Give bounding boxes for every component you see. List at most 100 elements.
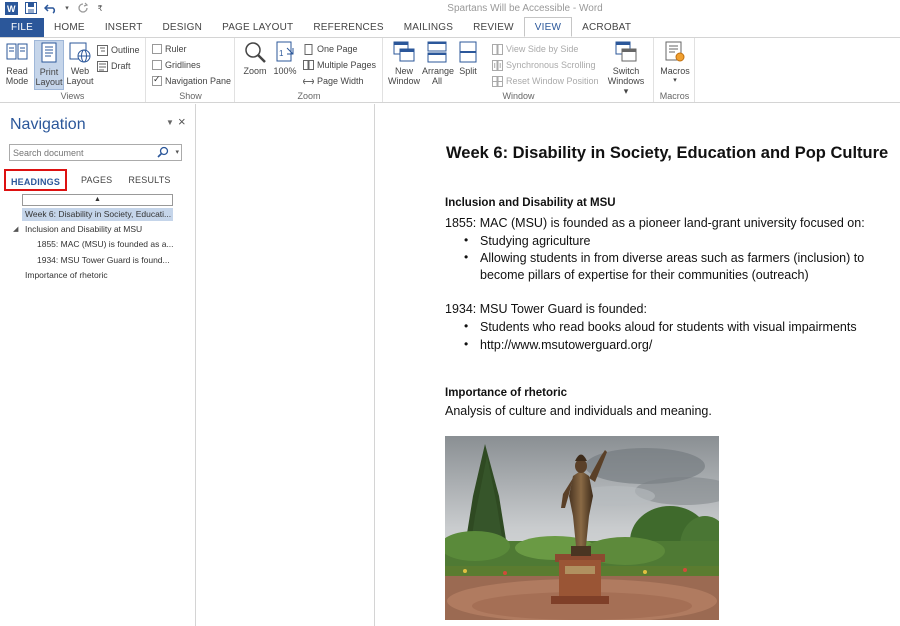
bullet: • <box>464 337 469 351</box>
navigation-options-icon[interactable]: ▼ <box>166 118 174 127</box>
tab-review[interactable]: REVIEW <box>463 18 524 37</box>
split-icon <box>456 40 480 64</box>
statue-photo[interactable] <box>445 436 719 620</box>
paragraph-1934: 1934: MSU Tower Guard is founded: <box>445 302 647 316</box>
navigation-pane-checkbox[interactable]: Navigation Pane <box>152 74 231 88</box>
ruler-label: Ruler <box>165 44 187 54</box>
new-window-button[interactable]: New Window <box>388 40 420 86</box>
show-group: Ruler Gridlines Navigation Pane Show <box>147 38 235 102</box>
print-layout-button[interactable]: Print Layout <box>34 40 64 90</box>
navigation-pane-checkbox-box[interactable] <box>152 74 162 86</box>
page-width-button[interactable]: Page Width <box>302 74 364 88</box>
ruler-checkbox[interactable]: Ruler <box>152 42 187 56</box>
multiple-pages-button[interactable]: Multiple Pages <box>303 58 376 72</box>
ruler-checkbox-box[interactable] <box>152 44 162 54</box>
macros-dropdown-icon[interactable]: ▾ <box>659 76 691 86</box>
tab-view[interactable]: VIEW <box>523 17 573 37</box>
tab-home[interactable]: HOME <box>44 18 95 37</box>
window-title: Spartans Will be Accessible - Word <box>447 3 603 14</box>
tab-mailings[interactable]: MAILINGS <box>394 18 463 37</box>
tab-headings[interactable]: HEADINGS <box>4 169 67 191</box>
heading-item[interactable]: Week 6: Disability in Society, Educati..… <box>22 208 173 221</box>
synchronous-scrolling-icon <box>492 59 503 71</box>
zoom-group: Zoom 1 100% One Page Multiple Pages Page… <box>236 38 383 102</box>
tab-pages[interactable]: PAGES <box>73 169 120 191</box>
split-label: Split <box>459 66 477 76</box>
tab-references[interactable]: REFERENCES <box>303 18 393 37</box>
views-group: Read Mode Print Layout Web Layout Outlin… <box>0 38 146 102</box>
read-mode-icon <box>5 40 29 64</box>
macros-group-label: Macros <box>659 91 690 101</box>
search-input[interactable] <box>10 145 150 160</box>
title-bar: W ▾ ₹ Spartans Will be Accessible - Word <box>0 0 900 18</box>
bullet: • <box>464 250 469 264</box>
view-side-by-side-label: View Side by Side <box>506 44 579 54</box>
tab-design[interactable]: DESIGN <box>153 18 213 37</box>
page-width-label: Page Width <box>317 76 364 86</box>
new-window-label-1: New <box>394 66 413 76</box>
new-window-label-2: Window <box>388 76 421 86</box>
navigation-pane: Navigation ▼ × ▾ HEADINGS PAGES RESULTS … <box>0 104 196 626</box>
macros-icon <box>663 40 687 64</box>
document-title: Week 6: Disability in Society, Education… <box>446 144 889 162</box>
tab-file[interactable]: FILE <box>0 18 44 37</box>
navigation-pane-label: Navigation Pane <box>165 76 232 86</box>
outline-button[interactable]: Outline <box>97 43 140 57</box>
navigation-tabs: HEADINGS PAGES RESULTS <box>4 169 179 191</box>
gridlines-checkbox-box[interactable] <box>152 60 162 70</box>
new-window-icon <box>392 40 416 64</box>
close-icon[interactable]: × <box>178 114 186 129</box>
search-icon[interactable] <box>157 146 169 158</box>
switch-windows-button[interactable]: Switch Windows ▾ <box>606 40 646 96</box>
search-box: ▾ <box>9 144 182 161</box>
tab-results[interactable]: RESULTS <box>120 169 178 191</box>
document-margin <box>197 104 375 626</box>
section-heading: Inclusion and Disability at MSU <box>445 197 616 209</box>
view-side-by-side-button[interactable]: View Side by Side <box>492 42 578 56</box>
macros-label: Macros <box>660 66 690 76</box>
draft-label: Draft <box>111 61 131 71</box>
tab-insert[interactable]: INSERT <box>95 18 153 37</box>
synchronous-scrolling-button[interactable]: Synchronous Scrolling <box>492 58 596 72</box>
heading-item[interactable]: 1934: MSU Tower Guard is found... <box>37 254 170 267</box>
zoom-button[interactable]: Zoom <box>240 40 270 76</box>
zoom-100-icon: 1 <box>273 40 297 64</box>
collapse-triangle-icon[interactable]: ◢ <box>13 225 18 233</box>
gridlines-checkbox[interactable]: Gridlines <box>152 58 201 72</box>
reset-window-position-button[interactable]: Reset Window Position <box>492 74 599 88</box>
print-layout-icon <box>37 41 61 65</box>
web-layout-label-1: Web <box>70 66 90 76</box>
macros-button[interactable]: Macros ▾ <box>659 40 691 86</box>
arrange-all-button[interactable]: Arrange All <box>422 40 454 86</box>
one-page-button[interactable]: One Page <box>303 42 358 56</box>
reset-window-position-icon <box>492 75 503 87</box>
list-item: Allowing students in from diverse areas … <box>480 251 865 265</box>
search-dropdown-icon[interactable]: ▾ <box>175 148 179 156</box>
section-heading: Importance of rhetoric <box>445 387 568 399</box>
synchronous-scrolling-label: Synchronous Scrolling <box>506 60 596 70</box>
ribbon: Read Mode Print Layout Web Layout Outlin… <box>0 37 900 103</box>
heading-item[interactable]: 1855: MAC (MSU) is founded as a... <box>37 238 174 251</box>
print-layout-label-2: Layout <box>35 77 63 87</box>
document-page[interactable]: Week 6: Disability in Society, Education… <box>376 104 900 626</box>
tower-guard-link[interactable]: http://www.msutowerguard.org/ <box>480 338 652 352</box>
scroll-to-top-button[interactable]: ▲ <box>22 194 173 206</box>
draft-button[interactable]: Draft <box>97 59 131 73</box>
heading-item[interactable]: Inclusion and Disability at MSU <box>25 223 142 236</box>
zoom-100-button[interactable]: 1 100% <box>272 40 298 76</box>
split-button[interactable]: Split <box>455 40 481 76</box>
tab-page-layout[interactable]: PAGE LAYOUT <box>212 18 303 37</box>
one-page-label: One Page <box>317 44 358 54</box>
svg-text:1: 1 <box>279 49 284 58</box>
page-width-icon <box>302 76 315 87</box>
web-layout-button[interactable]: Web Layout <box>66 40 94 86</box>
macros-group: Macros ▾ Macros <box>655 38 695 102</box>
read-mode-button[interactable]: Read Mode <box>3 40 31 86</box>
list-item: Students who read books aloud for studen… <box>480 320 857 334</box>
web-layout-icon <box>68 40 92 64</box>
outline-label: Outline <box>111 45 140 55</box>
tab-acrobat[interactable]: ACROBAT <box>572 18 641 37</box>
list-item: Studying agriculture <box>480 234 591 248</box>
heading-item[interactable]: Importance of rhetoric <box>25 269 108 282</box>
read-mode-label-1: Read <box>6 66 28 76</box>
